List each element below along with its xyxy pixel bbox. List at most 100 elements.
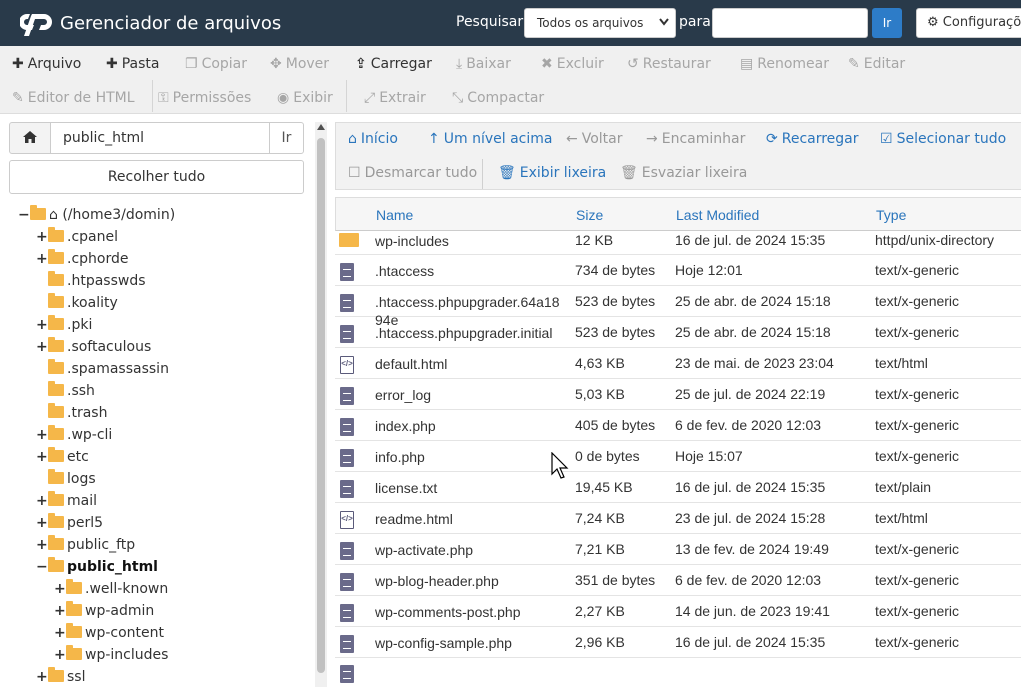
expand-icon[interactable]: + — [54, 578, 66, 600]
file-row[interactable]: wp-includes 12 KB 16 de jul. de 2024 15:35… — [335, 231, 1021, 255]
forward-link[interactable]: → Encaminhar — [646, 129, 745, 149]
toolbar-button-label: Mover — [285, 56, 330, 72]
search-go-button[interactable]: Ir — [872, 8, 902, 38]
collapse-all-button[interactable]: Recolher tudo — [9, 160, 304, 194]
tree-item[interactable]: + .pki — [36, 314, 92, 336]
file-row[interactable]: index.php 405 de bytes 6 de fev. de 2020 1… — [335, 410, 1021, 441]
toolbar-row2-0-button[interactable]: ✎ Editor de HTML — [12, 88, 135, 108]
tree-item[interactable]: logs — [36, 468, 96, 490]
view-trash-link[interactable]: 🗑 Exibir lixeira — [498, 163, 606, 183]
expand-icon[interactable]: + — [36, 226, 48, 248]
tree-item[interactable]: + ssl — [36, 666, 85, 688]
collapse-icon[interactable]: − — [36, 556, 48, 578]
toolbar-row1-4-button[interactable]: ⇪ Carregar — [355, 54, 432, 74]
tree-item[interactable]: + .softaculous — [36, 336, 151, 358]
tree-item[interactable]: .trash — [36, 402, 107, 424]
tree-scrollbar[interactable] — [315, 122, 327, 687]
expand-icon[interactable]: + — [36, 534, 48, 556]
tree-item[interactable]: .spamassassin — [36, 358, 169, 380]
expand-icon[interactable]: + — [36, 424, 48, 446]
file-row[interactable]: wp-activate.php 7,21 KB 13 de fev. de 2024… — [335, 534, 1021, 565]
path-input[interactable]: public_html — [50, 122, 270, 154]
expand-icon[interactable]: + — [36, 248, 48, 270]
file-row[interactable]: </> readme.html 7,24 KB 23 de jul. de 2024 … — [335, 503, 1021, 534]
file-row[interactable]: .htaccess.phpupgrader.initial 523 de byte… — [335, 317, 1021, 348]
tree-item[interactable]: + .cpanel — [36, 226, 118, 248]
scroll-up-arrow-icon[interactable] — [317, 124, 325, 130]
tree-root[interactable]: − ⌂ (/home3/domin) — [18, 204, 175, 226]
expand-icon[interactable]: + — [54, 644, 66, 666]
file-type: text/x-generic — [875, 540, 960, 557]
home-link[interactable]: ⌂ Início — [348, 129, 398, 149]
expand-icon[interactable]: + — [36, 336, 48, 358]
scrollbar-thumb[interactable] — [317, 138, 325, 673]
toolbar-row2-1-button[interactable]: ⚿ Permissões — [158, 88, 251, 108]
empty-trash-link[interactable]: 🗑 Esvaziar lixeira — [620, 163, 747, 183]
toolbar-row2-2-button[interactable]: ◉ Exibir — [277, 88, 333, 108]
tree-item[interactable]: .htpasswds — [36, 270, 146, 292]
file-row-partial[interactable] — [335, 658, 1021, 683]
expand-icon[interactable]: + — [36, 446, 48, 468]
settings-button[interactable]: ⚙ Configurações — [916, 8, 1021, 38]
toolbar-row1-6-button[interactable]: ✖ Excluir — [541, 54, 604, 74]
path-go-button[interactable]: Ir — [269, 122, 304, 154]
toolbar-row1-2-button[interactable]: ❐ Copiar — [185, 54, 247, 74]
column-header-size[interactable]: Size — [576, 207, 603, 223]
file-row[interactable]: info.php 0 de bytes Hoje 15:07 text/x-gener… — [335, 441, 1021, 472]
reload-link[interactable]: ⟳ Recarregar — [766, 129, 859, 149]
tree-item[interactable]: + wp-admin — [54, 600, 154, 622]
search-input[interactable] — [712, 8, 868, 38]
toolbar-row1-8-button[interactable]: ▤ Renomear — [740, 54, 829, 74]
toolbar-row2-4-button[interactable]: ⤡ Compactar — [452, 88, 544, 108]
column-header-name[interactable]: Name — [376, 207, 413, 223]
tree-item[interactable]: .ssh — [36, 380, 95, 402]
home-path-button[interactable] — [9, 122, 51, 154]
plus-icon: ✚ — [106, 56, 118, 72]
expand-icon[interactable]: + — [54, 600, 66, 622]
file-row[interactable]: error_log 5,03 KB 25 de jul. de 2024 22:19… — [335, 379, 1021, 410]
file-row[interactable]: wp-config-sample.php 2,96 KB 16 de jul. de… — [335, 627, 1021, 658]
toolbar-row1-7-button[interactable]: ↺ Restaurar — [627, 54, 711, 74]
toolbar-row1-3-button[interactable]: ✥ Mover — [270, 54, 329, 74]
toolbar-row1-5-button[interactable]: ⤓ Baixar — [456, 54, 511, 74]
tree-item[interactable]: + mail — [36, 490, 97, 512]
toolbar-row1-0-button[interactable]: ✚ Arquivo — [12, 54, 81, 74]
file-name: wp-comments-post.php — [375, 603, 521, 620]
file-name: .htaccess.phpupgrader.initial — [375, 324, 553, 341]
expand-icon[interactable]: + — [36, 666, 48, 688]
back-link[interactable]: ← Voltar — [566, 129, 623, 149]
tree-item[interactable]: + .cphorde — [36, 248, 128, 270]
expand-icon[interactable]: + — [36, 512, 48, 534]
expand-icon[interactable]: + — [54, 622, 66, 644]
up-one-level-link[interactable]: ↑ Um nível acima — [428, 129, 552, 149]
tree-item[interactable]: + perl5 — [36, 512, 103, 534]
trash-icon: 🗑 — [620, 165, 638, 181]
collapse-icon[interactable]: − — [18, 204, 30, 226]
select-all-link[interactable]: ☑ Selecionar tudo — [880, 129, 1006, 149]
tree-item[interactable]: + etc — [36, 446, 89, 468]
tree-item-label: .well-known — [85, 581, 169, 597]
file-row[interactable]: .htaccess 734 de bytes Hoje 12:01 text/x-ge… — [335, 255, 1021, 286]
tree-item[interactable]: − public_html — [36, 556, 158, 578]
tree-item[interactable]: + .well-known — [54, 578, 168, 600]
tree-item[interactable]: + wp-content — [54, 622, 164, 644]
file-row[interactable]: wp-comments-post.php 2,27 KB 14 de jun. de… — [335, 596, 1021, 627]
file-row[interactable]: wp-blog-header.php 351 de bytes 6 de fev. … — [335, 565, 1021, 596]
cpanel-logo-icon — [20, 14, 52, 36]
expand-icon[interactable]: + — [36, 490, 48, 512]
tree-item[interactable]: .koality — [36, 292, 118, 314]
column-header-modified[interactable]: Last Modified — [676, 207, 759, 223]
column-header-type[interactable]: Type — [876, 207, 906, 223]
deselect-all-link[interactable]: ☐ Desmarcar tudo — [348, 163, 477, 183]
tree-item[interactable]: + .wp-cli — [36, 424, 112, 446]
tree-item[interactable]: + wp-includes — [54, 644, 168, 666]
file-row[interactable]: </> default.html 4,63 KB 23 de mai. de 2023… — [335, 348, 1021, 379]
expand-icon[interactable]: + — [36, 314, 48, 336]
search-scope-select[interactable]: Todos os arquivos — [524, 8, 676, 38]
tree-item[interactable]: + public_ftp — [36, 534, 135, 556]
toolbar-row1-1-button[interactable]: ✚ Pasta — [106, 54, 160, 74]
toolbar-row1-9-button[interactable]: ✎ Editar — [848, 54, 905, 74]
toolbar-row2-3-button[interactable]: ⤢ Extrair — [364, 88, 426, 108]
file-row[interactable]: license.txt 19,45 KB 16 de jul. de 2024 15… — [335, 472, 1021, 503]
file-row[interactable]: .htaccess.phpupgrader.64a1894e 523 de byt… — [335, 286, 1021, 328]
